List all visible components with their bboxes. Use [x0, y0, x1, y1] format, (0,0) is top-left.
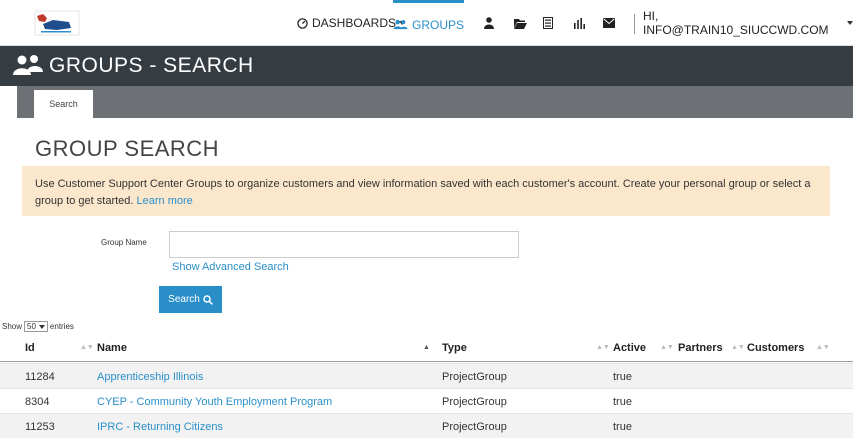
folder-open-icon: [513, 18, 527, 29]
table-row: 8304 CYEP - Community Youth Employment P…: [0, 388, 853, 413]
nav-user-menu[interactable]: HI, INFO@TRAIN10_SIUCCWD.COM: [643, 0, 853, 46]
bar-chart-icon: [573, 17, 585, 29]
row-id: 11253: [25, 421, 55, 433]
info-banner: Use Customer Support Center Groups to or…: [22, 166, 830, 216]
nav-groups-label: GROUPS: [411, 17, 464, 32]
row-type: ProjectGroup: [442, 396, 507, 408]
table-header: Id ▲▼ Name ▲ Type ▲▼ Active ▲▼ Partners …: [0, 336, 853, 362]
table-row: 11253 IPRC - Returning Citizens ProjectG…: [0, 413, 853, 438]
column-header-partners[interactable]: Partners: [678, 342, 723, 354]
tab-search[interactable]: Search: [34, 90, 93, 118]
column-header-customers[interactable]: Customers: [747, 342, 804, 354]
nav-dashboards-label: DASHBOARDS: [312, 16, 397, 30]
nav-user-label: HI, INFO@TRAIN10_SIUCCWD.COM: [643, 9, 829, 37]
column-header-name[interactable]: Name: [97, 342, 127, 354]
entries-select[interactable]: 50: [24, 321, 48, 332]
search-button[interactable]: Search: [159, 286, 222, 313]
entries-show-label: Show: [2, 322, 23, 331]
nav-mail-icon[interactable]: [597, 0, 621, 46]
row-active: true: [613, 396, 632, 408]
nav-groups[interactable]: GROUPS: [393, 0, 464, 46]
row-name-link[interactable]: IPRC - Returning Citizens: [97, 421, 223, 433]
sort-icon[interactable]: ▲▼: [816, 344, 830, 351]
table-row: 11284 Apprenticeship Illinois ProjectGro…: [0, 363, 853, 388]
search-icon: [203, 294, 213, 305]
group-name-input[interactable]: [169, 231, 519, 258]
list-icon: [543, 17, 553, 29]
sort-icon[interactable]: ▲▼: [660, 344, 674, 351]
row-active: true: [613, 371, 632, 383]
nav-dashboards[interactable]: DASHBOARDS: [297, 0, 406, 46]
chevron-down-icon: [38, 324, 45, 329]
sort-asc-icon[interactable]: ▲: [423, 344, 430, 351]
show-advanced-search-link[interactable]: Show Advanced Search: [172, 261, 289, 273]
search-button-label: Search: [168, 294, 200, 305]
row-type: ProjectGroup: [442, 421, 507, 433]
envelope-icon: [603, 18, 615, 28]
row-id: 11284: [25, 371, 55, 383]
nav-user-icon[interactable]: [477, 0, 501, 46]
sort-icon[interactable]: ▲▼: [731, 344, 745, 351]
chevron-down-icon: [847, 21, 853, 25]
page-title-bar: GROUPS - SEARCH: [0, 46, 853, 86]
section-heading: GROUP SEARCH: [35, 136, 220, 161]
sort-icon[interactable]: ▲▼: [596, 344, 610, 351]
page-title: GROUPS - SEARCH: [49, 54, 254, 77]
group-name-label: Group Name: [101, 238, 147, 247]
site-logo[interactable]: [33, 8, 81, 38]
entries-select-value: 50: [27, 322, 36, 331]
tab-strip: Search: [17, 86, 853, 118]
users-icon: [13, 55, 43, 75]
row-type: ProjectGroup: [442, 371, 507, 383]
nav-folder-icon[interactable]: [508, 0, 532, 46]
users-icon: [393, 19, 408, 30]
entries-selector: Show 50 entries: [2, 321, 74, 332]
row-active: true: [613, 421, 632, 433]
row-name-link[interactable]: CYEP - Community Youth Employment Progra…: [97, 396, 332, 408]
column-header-active[interactable]: Active: [613, 342, 646, 354]
column-header-type[interactable]: Type: [442, 342, 467, 354]
column-header-id[interactable]: Id: [25, 342, 35, 354]
learn-more-link[interactable]: Learn more: [137, 195, 193, 207]
entries-suffix-label: entries: [49, 322, 74, 331]
nav-list-icon[interactable]: [536, 0, 560, 46]
nav-divider: [634, 14, 635, 34]
sort-icon[interactable]: ▲▼: [80, 344, 94, 351]
row-name-link[interactable]: Apprenticeship Illinois: [97, 371, 203, 383]
row-id: 8304: [25, 396, 50, 408]
nav-reports-icon[interactable]: [567, 0, 591, 46]
dashboard-icon: [297, 17, 308, 29]
user-icon: [484, 17, 494, 29]
top-navbar: DASHBOARDS GROUPS HI, INFO@TRAIN10_SIUCC…: [0, 0, 853, 46]
